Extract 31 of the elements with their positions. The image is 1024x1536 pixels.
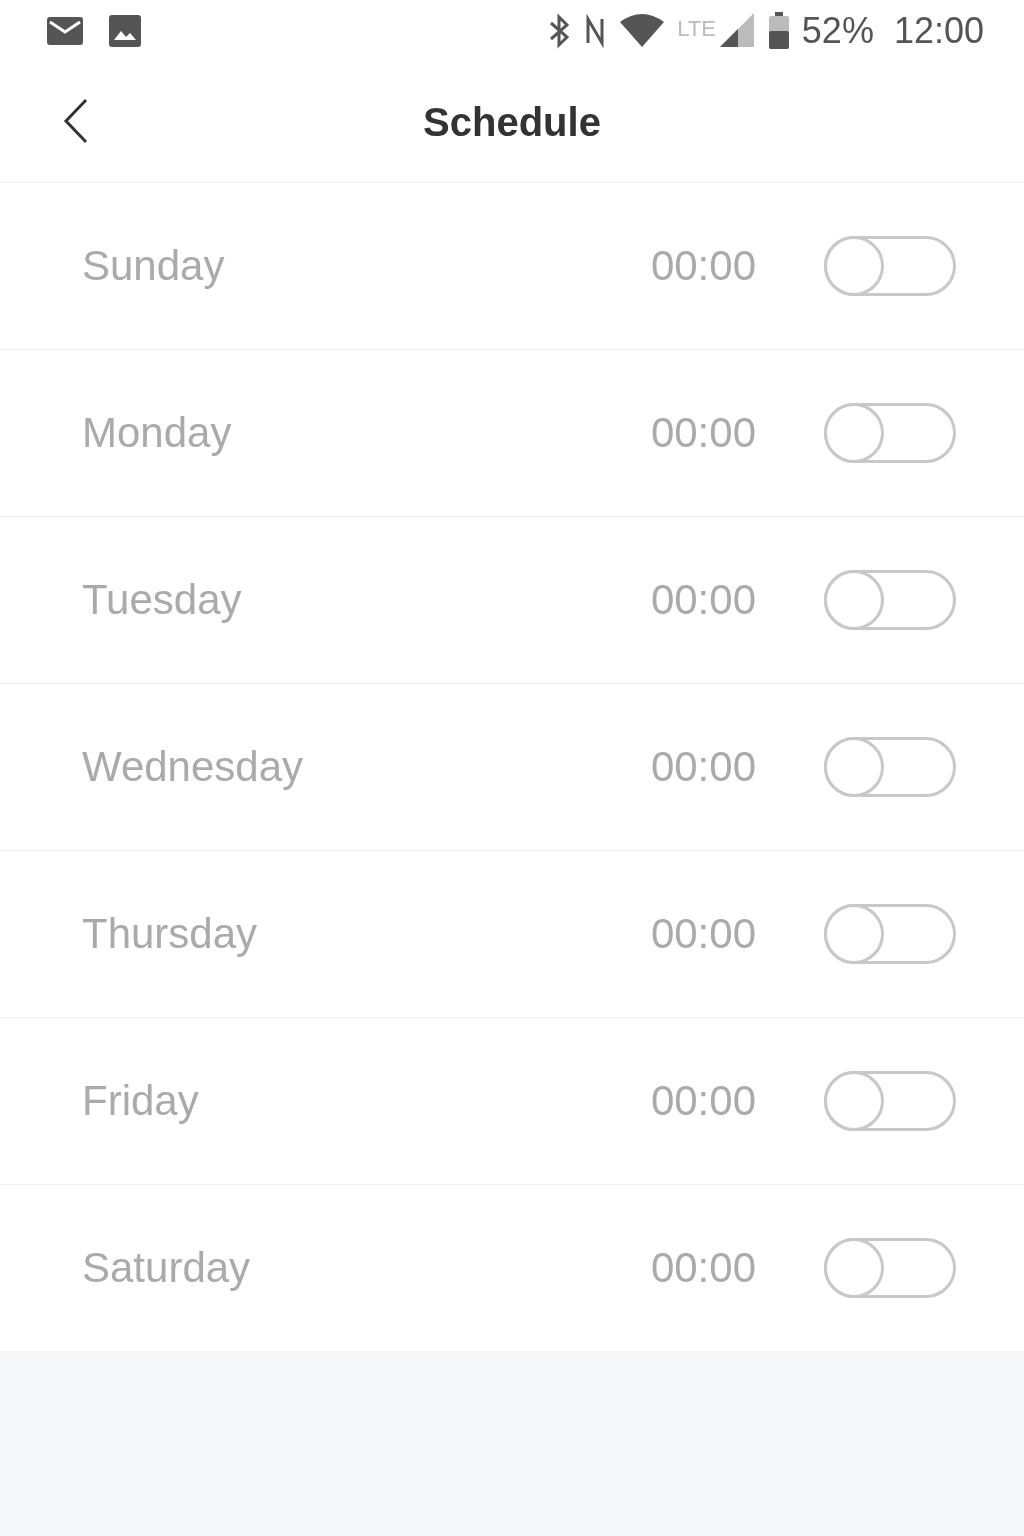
day-toggle[interactable] [824, 904, 956, 964]
clock-time: 12:00 [893, 10, 984, 52]
wifi-icon [619, 14, 666, 48]
network-type: LTE [677, 16, 716, 42]
day-label: Sunday [82, 242, 226, 290]
day-label: Tuesday [82, 576, 243, 624]
day-label: Monday [82, 409, 233, 457]
time-value[interactable]: 00:00 [650, 576, 756, 624]
day-toggle[interactable] [824, 1238, 956, 1298]
day-toggle[interactable] [824, 570, 956, 630]
time-value[interactable]: 00:00 [650, 1244, 756, 1292]
time-value[interactable]: 00:00 [650, 743, 756, 791]
day-toggle[interactable] [824, 403, 956, 463]
time-value[interactable]: 00:00 [650, 242, 756, 290]
bluetooth-icon [547, 13, 572, 49]
battery-icon [767, 12, 790, 50]
day-label: Friday [82, 1077, 200, 1125]
day-toggle[interactable] [824, 737, 956, 797]
image-icon [108, 14, 142, 48]
mail-icon [46, 15, 84, 47]
time-value[interactable]: 00:00 [650, 910, 756, 958]
day-label: Wednesday [82, 743, 305, 791]
day-label: Thursday [82, 910, 259, 958]
screen-title: Schedule [423, 99, 601, 145]
battery-percent: 52% [801, 10, 874, 52]
time-value[interactable]: 00:00 [650, 1077, 756, 1125]
back-button[interactable] [62, 98, 90, 144]
day-toggle[interactable] [824, 236, 956, 296]
day-label: Saturday [82, 1244, 252, 1292]
day-toggle[interactable] [824, 1071, 956, 1131]
time-value[interactable]: 00:00 [650, 409, 756, 457]
